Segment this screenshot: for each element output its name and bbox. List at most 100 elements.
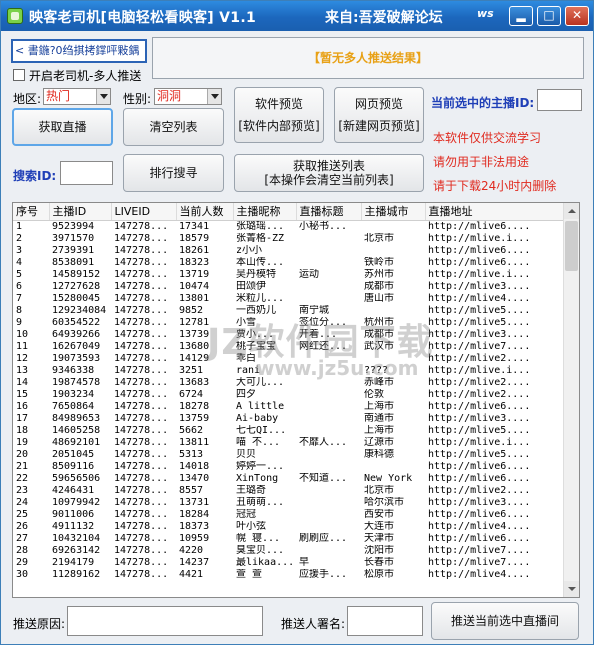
region-select[interactable]: 热门 [43, 88, 111, 105]
column-header[interactable]: 直播地址 [425, 203, 565, 221]
table-cell: 14 [16, 376, 29, 388]
search-id-input[interactable] [60, 161, 113, 185]
table-row[interactable]: 5 14589152 147278... 13719 吴丹模特 运动 苏州市 http://m… [13, 269, 564, 281]
table-row[interactable]: 21 8509116 147278... 14018 婷婷一... http://mliv… [13, 461, 564, 473]
table-cell: 4421 [179, 568, 204, 580]
table-row[interactable]: 20 2051045 147278... 5313 贝贝 康科德 http://mlive5… [13, 449, 564, 461]
table-cell: 上海市 [364, 400, 394, 412]
get-live-button[interactable]: 获取直播 [12, 108, 113, 146]
table-cell: 丑萌萌... [236, 496, 285, 508]
table-cell: 25 [16, 508, 29, 520]
current-host-id-field[interactable] [537, 89, 582, 111]
table-cell: 147278... [114, 412, 169, 424]
table-cell: 13739 [179, 328, 210, 340]
table-row[interactable]: 28 69263142 147278... 4220 臭宝贝... 沈阳市 http://m… [13, 545, 564, 557]
close-button[interactable]: ✕ [565, 6, 589, 26]
column-header[interactable]: 主播ID [49, 203, 112, 221]
table-cell: 9523994 [52, 220, 95, 232]
table-row[interactable]: 27 10432104 147278... 10959 幌 寝... 刷刷应... 天津市 h… [13, 533, 564, 545]
table-row[interactable]: 1 9523994 147278... 17341 张璐瑶... 小秘书... http:/… [13, 220, 564, 233]
chevron-down-icon[interactable] [96, 89, 110, 104]
table-cell: http://mlive3.... [428, 496, 531, 508]
multi-push-toggle[interactable]: 开启老司机-多人推送 [13, 67, 141, 83]
title-bar[interactable]: 映客老司机[电脑轻松看映客] V1.1 来自:吾爱破解论坛 ws ▂ □ ✕ [1, 1, 593, 31]
gender-value: 洞洞 [157, 89, 182, 103]
table-row[interactable]: 12 19073593 147278... 14129 乖白 http://mlive2.… [13, 353, 564, 365]
live-list-table[interactable]: 序号 主播ID LIVEID 当前人数 主播昵称 直播标题 主播城市 直播地址 1 952399… [12, 202, 580, 598]
table-cell: 应援手... [299, 568, 348, 580]
minimize-button[interactable]: ▂ [509, 6, 533, 26]
table-cell: 147278... [114, 328, 169, 340]
table-cell: 147278... [114, 280, 169, 292]
table-row[interactable]: 29 2194179 147278... 14237 最likaa... 早 长春市 http… [13, 557, 564, 569]
table-cell: 147278... [114, 364, 169, 376]
table-row[interactable]: 22 59656506 147278... 13470 XinTong 不知道... New… [13, 473, 564, 485]
table-cell: 69263142 [52, 544, 101, 556]
software-preview-button[interactable]: 软件预览 [软件内部预览] [234, 87, 324, 143]
column-header[interactable]: 序号 [13, 203, 50, 221]
software-preview-label: 软件预览 [254, 97, 303, 111]
table-cell: 四夕 [236, 388, 256, 400]
table-row[interactable]: 15 1903234 147278... 6724 四夕 伦敦 http://mlive2.… [13, 389, 564, 401]
table-cell: 10432104 [52, 532, 101, 544]
signer-input[interactable] [347, 606, 423, 636]
table-cell: Ai-baby [236, 412, 279, 424]
push-result-panel: 【暂无多人推送结果】 [152, 37, 584, 79]
column-header[interactable]: LIVEID [111, 203, 177, 221]
table-row[interactable]: 4 8538091 147278... 18323 本山传... 铁岭市 http://ml… [13, 257, 564, 269]
vertical-scrollbar[interactable] [563, 203, 579, 597]
column-header[interactable]: 主播昵称 [233, 203, 297, 221]
table-row[interactable]: 8 129234084 147278... 9852 一西奶儿 南宁城 http://mli… [13, 305, 564, 317]
push-reason-input[interactable] [67, 606, 263, 636]
gender-select[interactable]: 洞洞 [154, 88, 222, 105]
table-row[interactable]: 25 9011006 147278... 18284 冠冠 西安市 http://mlive… [13, 509, 564, 521]
scroll-thumb[interactable] [565, 221, 578, 271]
table-cell: http://mlive.i... [428, 364, 531, 376]
table-row[interactable]: 17 84989653 147278... 13759 Ai-baby 南通市 http:/… [13, 413, 564, 425]
table-row[interactable]: 3 2739391 147278... 18261 z小小 http://mlive6..… [13, 245, 564, 257]
table-cell: 147278... [114, 352, 169, 364]
table-cell: 哈尔滨市 [364, 496, 404, 508]
table-row[interactable]: 23 4246431 147278... 8557 王璐奇 北京市 http://mlive… [13, 485, 564, 497]
table-row[interactable]: 7 15280045 147278... 13801 米粒儿... 唐山市 http://m… [13, 293, 564, 305]
table-row[interactable]: 9 60354522 147278... 12781 小雪 签位分... 杭州市 http:/… [13, 317, 564, 329]
table-cell: 1 [16, 220, 23, 232]
table-row[interactable]: 6 12727628 147278... 10474 田颂伊 成都市 http://mliv… [13, 281, 564, 293]
rank-search-button[interactable]: 排行搜寻 [123, 154, 224, 192]
table-cell: 13731 [179, 496, 210, 508]
table-cell: http://mlive6.... [428, 400, 531, 412]
table-row[interactable]: 30 11289162 147278... 4421 萱 萱 应援手... 松原市 http:… [13, 569, 564, 581]
table-row[interactable]: 2 3971570 147278... 18579 张菁格-ZZ 北京市 http://ml… [13, 233, 564, 245]
table-row[interactable]: 13 9346338 147278... 3251 rani???? http://mli… [13, 365, 564, 377]
column-header[interactable]: 主播城市 [361, 203, 426, 221]
scroll-down-icon[interactable] [564, 581, 579, 597]
table-cell: 19874578 [52, 376, 101, 388]
table-row[interactable]: 11 16267049 147278... 13680 桃子宝宝 网红还... 武汉市 htt… [13, 341, 564, 353]
table-row[interactable]: 18 14605258 147278... 5662 七七QI... 上海市 http://… [13, 425, 564, 437]
column-header[interactable]: 当前人数 [176, 203, 234, 221]
web-preview-button[interactable]: 网页预览 [新建网页预览] [334, 87, 424, 143]
table-row[interactable]: 19 48692101 147278... 13811 喵 不... 不靡人... 辽源市 h… [13, 437, 564, 449]
scroll-up-icon[interactable] [564, 203, 579, 219]
table-row[interactable]: 16 7650864 147278... 18278 A little 上海市 http:/… [13, 401, 564, 413]
column-header[interactable]: 直播标题 [296, 203, 362, 221]
table-cell: http://mlive6.... [428, 460, 531, 472]
table-cell: 21 [16, 460, 29, 472]
table-cell: 30 [16, 568, 29, 580]
table-cell: http://mlive6.... [428, 472, 531, 484]
push-current-button[interactable]: 推送当前选中直播间 [431, 602, 579, 640]
checkbox[interactable] [13, 69, 25, 81]
table-row[interactable]: 24 10979942 147278... 13731 丑萌萌... 哈尔滨市 http:/… [13, 497, 564, 509]
table-cell: 19073593 [52, 352, 101, 364]
clear-list-button[interactable]: 清空列表 [123, 108, 224, 146]
table-row[interactable]: 10 64939266 147278... 13739 贾小... 开着... 成都市 htt… [13, 329, 564, 341]
get-push-list-button[interactable]: 获取推送列表 [本操作会清空当前列表] [234, 154, 424, 192]
chevron-down-icon[interactable] [207, 89, 221, 104]
maximize-button[interactable]: □ [537, 6, 561, 26]
table-row[interactable]: 14 19874578 147278... 13683 大可儿... 赤峰市 http://… [13, 377, 564, 389]
table-cell: 10959 [179, 532, 210, 544]
table-row[interactable]: 26 4911132 147278... 18373 叶小弦 大连市 http://mliv… [13, 521, 564, 533]
disclaimer-1: 本软件仅供交流学习 [433, 131, 542, 145]
table-cell: 最likaa... [236, 556, 295, 568]
rank-search-label: 排行搜寻 [149, 166, 198, 180]
